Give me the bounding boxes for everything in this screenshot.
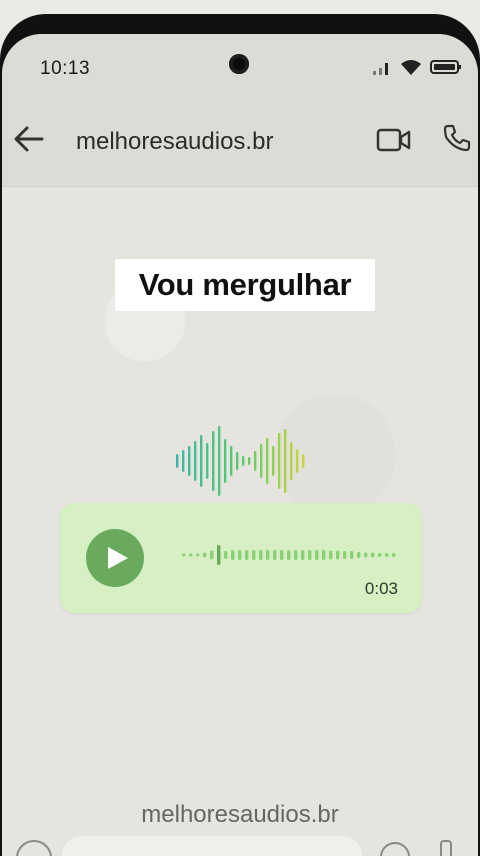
logo-wave-bar: [188, 446, 191, 476]
audio-wave-logo-icon: [176, 426, 305, 496]
caption-box: Vou mergulhar: [115, 259, 375, 311]
waveform-bar: [203, 552, 207, 558]
logo-wave-bar: [278, 433, 281, 489]
logo-wave-bar: [302, 454, 305, 468]
status-bar: 10:13: [2, 34, 478, 94]
emoji-icon[interactable]: [16, 840, 52, 856]
logo-wave-bar: [296, 449, 299, 473]
waveform-bar: [357, 552, 361, 558]
camera-icon[interactable]: [380, 842, 410, 856]
play-icon: [108, 547, 128, 569]
waveform-bar: [182, 553, 186, 557]
signal-icon: [373, 63, 388, 75]
waveform-bar: [343, 551, 347, 559]
waveform-bar: [259, 550, 263, 560]
logo-wave-bar: [182, 450, 185, 472]
phone-frame: 10:13 melhoresaudios.br Vou mergulhar 0:…: [0, 14, 480, 856]
caption-text: Vou mergulhar: [138, 267, 352, 302]
logo-wave-bar: [272, 446, 275, 476]
waveform-bar: [266, 550, 270, 560]
logo-wave-bar: [218, 426, 221, 496]
waveform-bar: [378, 553, 382, 557]
contact-name[interactable]: melhoresaudios.br: [76, 128, 273, 156]
logo-wave-bar: [224, 439, 227, 483]
waveform-bar: [350, 551, 354, 559]
phone-call-icon[interactable]: [442, 123, 472, 153]
waveform-bar: [273, 550, 277, 560]
logo-wave-bar: [200, 435, 203, 487]
chat-body: Vou mergulhar 0:03 melhoresaudios.br: [2, 187, 478, 856]
waveform-bar: [329, 550, 333, 560]
phone-screen: 10:13 melhoresaudios.br Vou mergulhar 0:…: [2, 34, 478, 856]
logo-wave-bar: [236, 452, 239, 470]
voice-message-bubble: 0:03: [60, 503, 422, 613]
video-call-icon[interactable]: [376, 126, 412, 154]
waveform-bar: [294, 550, 298, 560]
logo-wave-bar: [260, 444, 263, 478]
voice-duration: 0:03: [364, 579, 398, 598]
waveform-bar: [315, 550, 319, 560]
logo-wave-bar: [248, 457, 251, 465]
status-icons: [372, 58, 462, 76]
chat-header: melhoresaudios.br: [2, 94, 478, 187]
wifi-icon: [401, 60, 421, 75]
logo-wave-bar: [176, 454, 179, 468]
waveform-bar: [371, 552, 375, 558]
waveform-bar: [245, 550, 249, 560]
waveform-bar: [322, 550, 326, 560]
logo-wave-bar: [284, 429, 287, 493]
waveform-bar: [336, 550, 340, 560]
logo-wave-bar: [266, 438, 269, 484]
waveform-bar: [364, 552, 368, 558]
waveform-bar: [280, 550, 284, 560]
logo-wave-bar: [254, 451, 257, 471]
waveform-bar: [385, 553, 389, 557]
back-arrow-icon[interactable]: [12, 122, 46, 156]
waveform-bar: [210, 550, 214, 560]
waveform-bar: [392, 553, 396, 557]
mic-icon[interactable]: [440, 840, 452, 856]
waveform-bar: [231, 550, 235, 560]
waveform-bar: [252, 550, 256, 560]
waveform-bar: [196, 553, 200, 557]
input-row: [2, 832, 478, 856]
logo-wave-bar: [242, 456, 245, 466]
waveform-bar: [301, 550, 305, 560]
voice-waveform[interactable]: [180, 543, 400, 567]
logo-wave-bar: [194, 441, 197, 481]
waveform-bar: [308, 550, 312, 560]
waveform-bar: [238, 550, 242, 560]
waveform-bar: [224, 551, 228, 559]
logo-wave-bar: [230, 446, 233, 476]
logo-wave-bar: [206, 443, 209, 479]
message-input[interactable]: [62, 836, 362, 856]
waveform-bar: [287, 550, 291, 560]
battery-icon: [430, 60, 461, 74]
front-camera: [229, 54, 249, 74]
play-button[interactable]: [86, 529, 144, 587]
logo-wave-bar: [212, 431, 215, 491]
watermark-text: melhoresaudios.br: [141, 801, 339, 828]
waveform-bar: [189, 553, 193, 557]
status-time: 10:13: [40, 58, 91, 79]
waveform-bar: [217, 545, 221, 565]
logo-wave-bar: [290, 442, 293, 480]
